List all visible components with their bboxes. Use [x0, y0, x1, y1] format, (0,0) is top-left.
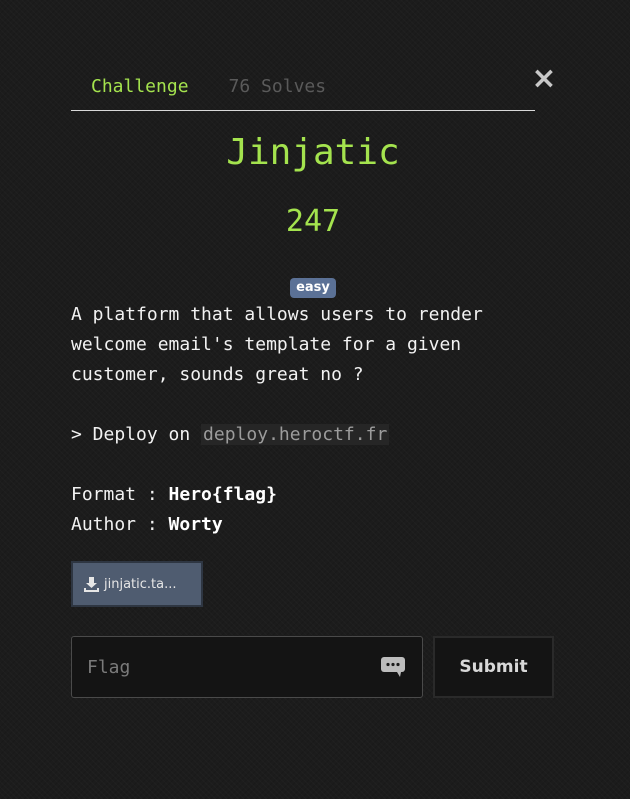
deploy-prefix: > Deploy on	[71, 424, 202, 445]
flag-input[interactable]	[71, 636, 423, 698]
challenge-tabs: Challenge 76 Solves	[71, 60, 535, 111]
challenge-description: A platform that allows users to render w…	[71, 300, 555, 540]
deploy-line: > Deploy on deploy.heroctf.fr	[71, 420, 555, 450]
submit-button[interactable]: Submit	[433, 636, 554, 698]
close-icon[interactable]: ×	[531, 64, 557, 94]
description-line: welcome email's template for a given	[71, 334, 462, 355]
deploy-host: deploy.heroctf.fr	[201, 424, 390, 445]
description-line: customer, sounds great no ?	[71, 364, 364, 385]
author-line: Author : Worty	[71, 510, 555, 540]
download-icon	[84, 576, 99, 592]
file-download-button[interactable]: jinjatic.ta...	[71, 561, 203, 607]
difficulty-badge: easy	[290, 278, 336, 298]
format-value: Hero{flag}	[168, 484, 277, 505]
tab-solves[interactable]: 76 Solves	[209, 76, 347, 110]
file-name: jinjatic.ta...	[104, 576, 177, 592]
format-line: Format : Hero{flag}	[71, 480, 555, 510]
author-label: Author :	[71, 514, 169, 535]
author-value: Worty	[168, 514, 223, 535]
challenge-title: Jinjatic	[226, 132, 400, 173]
tab-challenge[interactable]: Challenge	[71, 76, 209, 110]
format-label: Format :	[71, 484, 169, 505]
challenge-points: 247	[285, 204, 341, 239]
chat-icon	[381, 657, 405, 677]
description-line: A platform that allows users to render	[71, 304, 483, 325]
badge-row: easy	[71, 276, 555, 298]
